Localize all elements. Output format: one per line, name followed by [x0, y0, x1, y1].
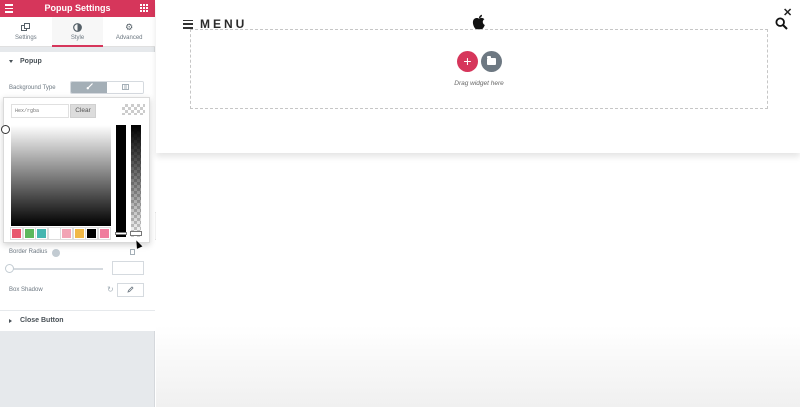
paintbrush-icon — [86, 83, 93, 92]
hue-slider-handle[interactable] — [115, 232, 127, 235]
saturation-value-field[interactable] — [11, 125, 111, 226]
border-radius-slider-track[interactable] — [9, 268, 103, 270]
background-type-control — [70, 81, 144, 94]
panel-tabs: Settings Style ⚙ Advanced — [0, 17, 155, 47]
alpha-slider-handle[interactable] — [130, 231, 142, 236]
color-swatch[interactable] — [97, 227, 111, 240]
reset-icon[interactable]: ↻ — [107, 285, 114, 294]
pencil-icon — [127, 285, 134, 295]
color-preview-swatch — [122, 104, 145, 115]
section-close-button-label: Close Button — [20, 317, 64, 324]
color-swatch[interactable] — [35, 227, 48, 240]
color-swatch[interactable] — [22, 227, 36, 240]
alpha-slider[interactable] — [130, 125, 142, 237]
style-contrast-icon — [73, 22, 83, 32]
caret-right-icon — [9, 319, 12, 323]
tab-settings-label: Settings — [14, 35, 37, 41]
clear-color-button[interactable]: Clear — [70, 104, 96, 118]
gear-icon: ⚙ — [125, 21, 134, 32]
info-icon — [52, 249, 60, 257]
panel-title: Popup Settings — [44, 3, 111, 13]
box-shadow-label: Box Shadow — [9, 287, 43, 293]
desktop-device-icon[interactable] — [130, 249, 135, 255]
hex-color-input[interactable] — [11, 104, 69, 118]
border-radius-input[interactable] — [112, 261, 144, 275]
tab-advanced-label: Advanced — [115, 35, 143, 41]
apple-logo-icon — [472, 14, 486, 30]
folder-icon — [487, 56, 496, 65]
section-close-button[interactable]: Close Button — [0, 310, 155, 331]
color-swatch[interactable] — [47, 227, 61, 240]
section-popup-header[interactable]: Popup — [0, 52, 155, 72]
widget-drop-zone[interactable]: + Drag widget here — [190, 29, 768, 109]
tab-advanced[interactable]: ⚙ Advanced — [103, 17, 155, 46]
color-swatch[interactable] — [10, 227, 23, 240]
color-swatch[interactable] — [60, 227, 73, 240]
background-type-label: Background Type — [9, 85, 56, 91]
tab-style[interactable]: Style — [51, 17, 104, 47]
color-swatches — [10, 227, 111, 240]
hue-slider[interactable] — [115, 125, 127, 237]
section-popup-label: Popup — [20, 58, 42, 65]
border-radius-slider-thumb[interactable] — [5, 264, 14, 273]
background-classic-button[interactable] — [71, 82, 107, 93]
add-section-button[interactable]: + — [457, 51, 478, 72]
popup-preview: MENU ✕ + Drag widget here — [156, 0, 800, 153]
editor-panel: Popup Settings Settings Style ⚙ Advanced… — [0, 0, 163, 407]
drag-widget-hint: Drag widget here — [454, 80, 504, 87]
color-picker-popover: Clear — [3, 97, 150, 243]
tab-settings[interactable]: Settings — [0, 17, 52, 46]
box-shadow-edit-button[interactable] — [117, 283, 144, 297]
settings-icon — [21, 22, 31, 32]
panel-header: Popup Settings — [0, 0, 155, 17]
border-radius-label: Border Radius — [9, 249, 48, 255]
gradient-icon — [121, 83, 129, 92]
color-field-handle[interactable] — [1, 125, 10, 134]
caret-down-icon — [9, 60, 13, 63]
background-gradient-button[interactable] — [107, 82, 143, 93]
search-icon[interactable] — [775, 17, 788, 30]
preview-canvas: MENU ✕ + Drag widget here — [156, 0, 800, 407]
tab-style-label: Style — [70, 35, 85, 41]
widgets-grid-icon[interactable] — [140, 4, 148, 12]
menu-hamburger-icon — [183, 19, 193, 29]
color-swatch[interactable] — [72, 227, 86, 240]
add-template-button[interactable] — [481, 51, 502, 72]
color-swatch[interactable] — [85, 227, 98, 240]
section-close-button-header: Close Button — [0, 311, 155, 331]
